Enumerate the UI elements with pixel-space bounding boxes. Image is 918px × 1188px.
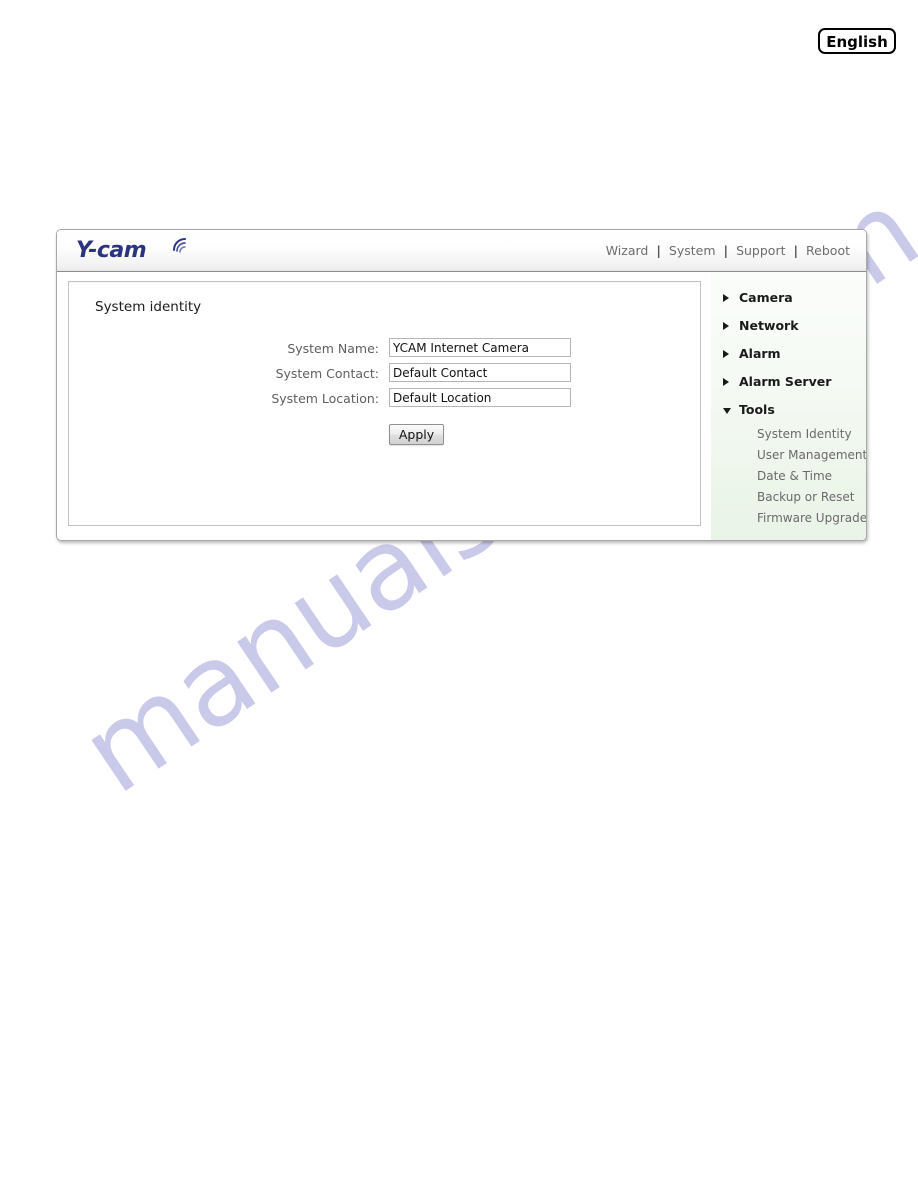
- apply-button[interactable]: Apply: [389, 424, 444, 445]
- menu-group-alarm-server: Alarm Server: [711, 368, 866, 396]
- sidebar-item-backup-or-reset[interactable]: Backup or Reset: [757, 487, 866, 508]
- label-system-contact: System Contact:: [275, 366, 379, 381]
- nav-link-wizard[interactable]: Wizard: [606, 243, 649, 258]
- tools-submenu: System Identity User Management Date & T…: [711, 424, 866, 529]
- label-system-name: System Name:: [287, 341, 379, 356]
- menu-group-alarm: Alarm: [711, 340, 866, 368]
- sidebar-item-alarm-server[interactable]: Alarm Server: [711, 368, 866, 396]
- sidebar-item-user-management[interactable]: User Management: [757, 445, 866, 466]
- top-navigation: Wizard | System | Support | Reboot: [606, 243, 850, 258]
- system-contact-input[interactable]: [389, 363, 571, 382]
- form-row-system-contact: System Contact:: [69, 363, 700, 388]
- system-name-input[interactable]: [389, 338, 571, 357]
- menu-group-camera: Camera: [711, 284, 866, 312]
- system-location-input[interactable]: [389, 388, 571, 407]
- sidebar-item-tools[interactable]: Tools: [711, 396, 866, 424]
- sidebar-item-camera[interactable]: Camera: [711, 284, 866, 312]
- label-system-location: System Location:: [271, 391, 379, 406]
- wifi-signal-icon: [172, 236, 192, 258]
- page-watermark: manualshive.com: [0, 0, 918, 1188]
- content-box: System identity System Name: System Cont…: [68, 281, 701, 526]
- nav-link-reboot[interactable]: Reboot: [806, 243, 850, 258]
- logo-text: Y-cam: [76, 238, 147, 263]
- nav-link-support[interactable]: Support: [736, 243, 785, 258]
- sidebar-item-date-time[interactable]: Date & Time: [757, 466, 866, 487]
- triangle-right-icon: [723, 322, 729, 330]
- form-row-system-location: System Location:: [69, 388, 700, 413]
- nav-separator: |: [723, 243, 729, 258]
- nav-link-system[interactable]: System: [669, 243, 716, 258]
- ycam-logo: Y-cam: [76, 236, 196, 266]
- system-identity-form: System Name: System Contact: System Loca…: [69, 338, 700, 413]
- language-button[interactable]: English: [818, 28, 896, 54]
- form-row-system-name: System Name:: [69, 338, 700, 363]
- sidebar-item-firmware-upgrade[interactable]: Firmware Upgrade: [757, 508, 866, 529]
- sidebar-item-label: Tools: [739, 402, 775, 417]
- sidebar-item-alarm[interactable]: Alarm: [711, 340, 866, 368]
- sidebar-item-system-identity[interactable]: System Identity: [757, 424, 866, 445]
- sidebar-menu: Camera Network Alarm Alarm Server Tools …: [711, 272, 866, 540]
- triangle-down-icon: [723, 408, 731, 414]
- triangle-right-icon: [723, 378, 729, 386]
- panel-header: Y-cam Wizard | System | Support | Reboot: [57, 230, 866, 272]
- triangle-right-icon: [723, 294, 729, 302]
- menu-group-network: Network: [711, 312, 866, 340]
- triangle-right-icon: [723, 350, 729, 358]
- page-title: System identity: [95, 299, 202, 315]
- panel-body: System identity System Name: System Cont…: [57, 272, 866, 540]
- sidebar-item-label: Network: [739, 318, 799, 333]
- nav-separator: |: [793, 243, 799, 258]
- sidebar-item-label: Camera: [739, 290, 793, 305]
- sidebar-item-label: Alarm Server: [739, 374, 832, 389]
- apply-row: Apply: [389, 424, 444, 445]
- sidebar-item-label: Alarm: [739, 346, 781, 361]
- sidebar-item-network[interactable]: Network: [711, 312, 866, 340]
- camera-web-ui-panel: Y-cam Wizard | System | Support | Reboot…: [56, 229, 867, 541]
- menu-group-tools: Tools System Identity User Management Da…: [711, 396, 866, 529]
- nav-separator: |: [656, 243, 661, 258]
